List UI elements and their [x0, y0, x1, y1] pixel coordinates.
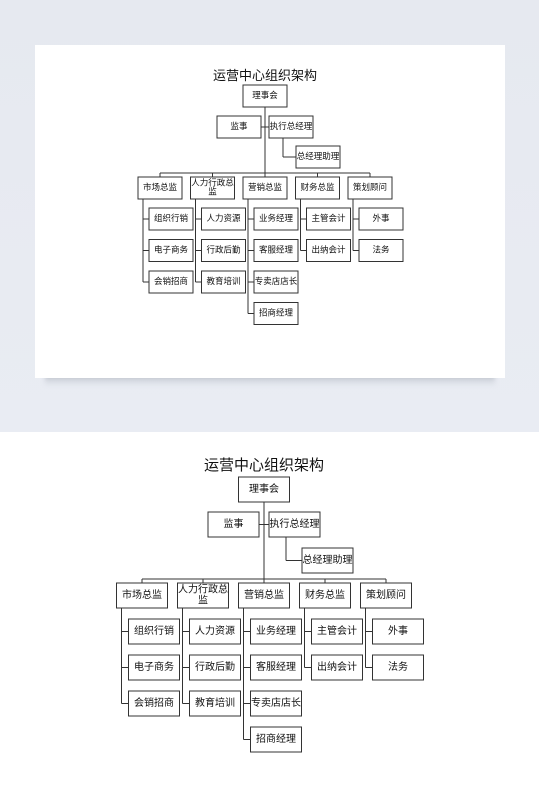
node-label: 人力资源 — [195, 624, 235, 637]
node-label: 会销招商 — [154, 276, 188, 287]
node-child: 客服经理 — [253, 239, 299, 262]
node-label: 会销招商 — [134, 696, 174, 709]
node-child: 招商经理 — [250, 726, 302, 753]
node-executive: 执行总经理 — [268, 511, 321, 538]
node-label: 市场总监 — [143, 182, 178, 193]
node-label: 外事 — [388, 624, 408, 637]
node-child: 教育培训 — [189, 690, 241, 717]
node-label: 监 — [208, 187, 217, 198]
node-child: 电子商务 — [128, 654, 180, 681]
node-label: 外事 — [372, 213, 390, 224]
node-label: 财务总监 — [300, 182, 335, 193]
node-label: 客服经理 — [259, 245, 294, 256]
node-child: 专卖店店长 — [250, 690, 302, 717]
node-label: 执行总经理 — [270, 121, 313, 132]
node-child: 组织行销 — [128, 618, 180, 645]
node-label: 电子商务 — [154, 245, 189, 256]
node-label: 法务 — [388, 660, 408, 673]
node-label: 总经理助理 — [297, 151, 340, 162]
node-child: 主管会计 — [306, 207, 351, 231]
node-label: 教育培训 — [206, 276, 240, 287]
node-label: 法务 — [372, 245, 390, 256]
diagram-title: 运营中心组织架构 — [213, 69, 317, 84]
node-label: 业务经理 — [259, 213, 294, 224]
node-label: 监事 — [230, 121, 248, 132]
node-child: 教育培训 — [201, 270, 246, 294]
node-child: 专卖店店长 — [253, 270, 299, 294]
node-child: 出纳会计 — [311, 654, 363, 681]
node-child: 行政后勤 — [189, 654, 241, 681]
node-label: 专卖店店长 — [255, 276, 298, 287]
node-hr-admin-director: 人力行政总监 — [190, 176, 235, 200]
node-label: 人力行政总 — [191, 177, 234, 188]
node-label: 人力资源 — [206, 213, 241, 224]
node-child: 会销招商 — [148, 270, 194, 294]
node-label: 业务经理 — [256, 624, 296, 637]
node-label: 行政后勤 — [195, 660, 235, 673]
org-chart-preview: 运营中心组织架构理事会监事 执行总经理总经理助理市场总监组织行销电子商务会销招商 人… — [137, 69, 404, 325]
node-label: 专卖店店长 — [251, 696, 301, 709]
node-label: 监 — [198, 594, 208, 607]
node-label: 监事 — [224, 517, 244, 530]
node-label: 执行总经理 — [270, 517, 320, 530]
node-sales-director: 营销总监 — [242, 176, 288, 200]
node-marketing-director: 市场总监 — [116, 582, 168, 609]
node-child: 会销招商 — [128, 690, 180, 717]
org-chart-main: 运营中心组织架构理事会监事 执行总经理总经理助理市场总监组织行销电子商务会销招商 人… — [116, 456, 424, 753]
node-child: 外事 — [358, 207, 404, 231]
node-child: 业务经理 — [253, 207, 299, 231]
node-label: 市场总监 — [122, 588, 162, 601]
node-label: 教育培训 — [195, 696, 235, 709]
node-label: 客服经理 — [256, 660, 296, 673]
node-supervisor: 监事 — [207, 511, 260, 538]
node-child: 业务经理 — [250, 618, 302, 645]
node-label: 策划顾问 — [353, 182, 387, 193]
node-child: 主管会计 — [311, 618, 363, 645]
node-label: 电子商务 — [134, 660, 174, 673]
node-label: 财务总监 — [305, 588, 345, 601]
node-child: 行政后勤 — [201, 239, 246, 262]
node-label: 出纳会计 — [317, 660, 357, 673]
node-label: 人力行政总 — [178, 583, 228, 596]
node-child: 法务 — [358, 239, 404, 262]
node-board: 理事会 — [238, 476, 290, 503]
node-label: 主管会计 — [317, 624, 357, 637]
node-label: 招商经理 — [256, 732, 296, 745]
node-label: 行政后勤 — [206, 245, 241, 256]
node-planning-advisor: 策划顾问 — [360, 582, 412, 609]
node-child: 招商经理 — [253, 302, 299, 325]
node-finance-director: 财务总监 — [299, 582, 351, 609]
node-assistant: 总经理助理 — [301, 547, 354, 574]
node-label: 策划顾问 — [366, 588, 406, 601]
node-hr-admin-director: 人力行政总监 — [177, 582, 229, 609]
node-label: 出纳会计 — [311, 245, 346, 256]
node-label: 营销总监 — [248, 182, 283, 193]
node-label: 理事会 — [252, 90, 278, 101]
node-child: 外事 — [372, 618, 424, 645]
node-board: 理事会 — [242, 84, 288, 108]
node-label: 组织行销 — [134, 624, 174, 637]
node-child: 客服经理 — [250, 654, 302, 681]
node-marketing-director: 市场总监 — [137, 176, 183, 200]
node-child: 电子商务 — [148, 239, 194, 262]
node-assistant: 总经理助理 — [295, 145, 341, 169]
node-label: 营销总监 — [244, 588, 284, 601]
node-label: 主管会计 — [311, 213, 346, 224]
node-supervisor: 监事 — [216, 115, 262, 139]
node-sales-director: 营销总监 — [238, 582, 290, 609]
node-child: 出纳会计 — [306, 239, 351, 262]
node-planning-advisor: 策划顾问 — [347, 176, 393, 200]
diagram-title: 运营中心组织架构 — [204, 456, 324, 474]
node-label: 总经理助理 — [303, 553, 353, 566]
node-label: 招商经理 — [259, 308, 294, 319]
node-child: 组织行销 — [148, 207, 194, 231]
node-label: 理事会 — [249, 482, 279, 495]
node-label: 组织行销 — [154, 213, 189, 224]
node-child: 人力资源 — [189, 618, 241, 645]
node-child: 人力资源 — [201, 207, 246, 231]
node-finance-director: 财务总监 — [295, 176, 340, 200]
node-executive: 执行总经理 — [268, 115, 314, 139]
node-child: 法务 — [372, 654, 424, 681]
